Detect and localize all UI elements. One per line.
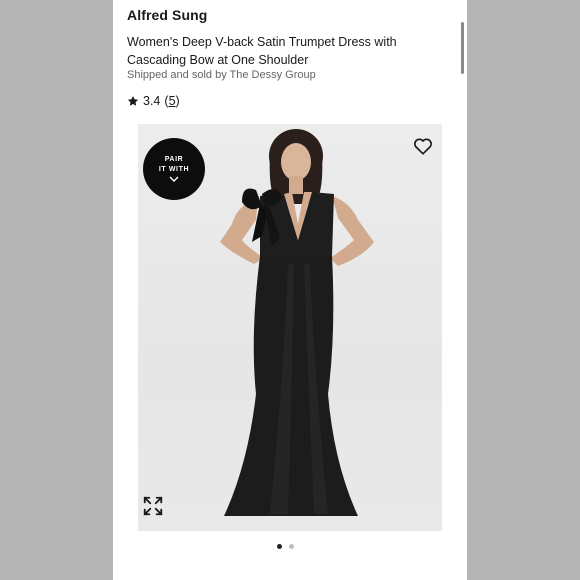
backdrop-left <box>0 0 113 580</box>
brand-name[interactable]: Alfred Sung <box>127 7 207 23</box>
review-count-wrap[interactable]: (5) <box>164 94 179 108</box>
scrollbar[interactable] <box>461 22 464 74</box>
heart-icon[interactable] <box>412 135 434 157</box>
carousel-dot[interactable] <box>277 544 282 549</box>
star-icon <box>127 96 139 106</box>
pair-it-with-button[interactable]: PAIR IT WITH <box>143 138 205 200</box>
pair-label-line1: PAIR <box>164 156 184 163</box>
rating-summary[interactable]: 3.4 (5) <box>127 92 180 110</box>
review-count-link[interactable]: 5 <box>169 94 176 108</box>
expand-icon[interactable] <box>142 495 164 517</box>
product-image[interactable]: PAIR IT WITH <box>138 124 442 531</box>
rating-value: 3.4 <box>143 94 161 108</box>
pair-label-line2: IT WITH <box>158 166 190 173</box>
product-title: Women's Deep V-back Satin Trumpet Dress … <box>127 35 397 67</box>
carousel-dot[interactable] <box>289 544 294 549</box>
seller-info: Shipped and sold by The Dessy Group <box>127 69 316 81</box>
backdrop-right <box>467 0 580 580</box>
product-panel: Alfred Sung Women's Deep V-back Satin Tr… <box>113 0 467 580</box>
chevron-down-icon <box>169 176 179 182</box>
carousel-indicator <box>277 544 294 549</box>
